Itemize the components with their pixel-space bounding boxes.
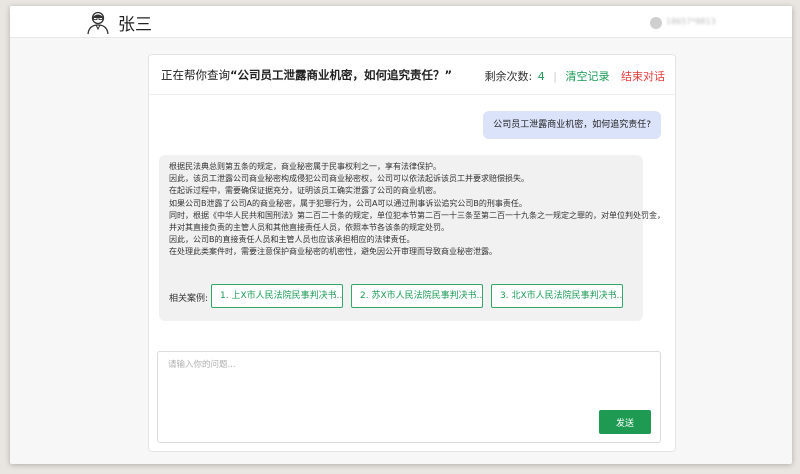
question-input[interactable]	[158, 352, 660, 402]
question-input-area: 发送	[157, 351, 661, 443]
account-avatar[interactable]	[650, 17, 662, 29]
query-title: 正在帮你查询“公司员工泄露商业机密，如何追究责任？”	[161, 67, 452, 83]
related-case-button-1[interactable]: 1. 上X市人民法院民事判决书...	[211, 284, 343, 308]
answer-line: 因此，公司B的直接责任人员和主管人员也应该承担相应的法律责任。	[169, 235, 415, 245]
remaining-count: 4	[537, 70, 545, 83]
query-title-prefix: 正在帮你查询	[161, 68, 230, 82]
remaining-label: 剩余次数:	[484, 70, 533, 83]
answer-text: 根据民法典总则第五条的规定，商业秘密属于民事权利之一，享有法律保护。 因此，该员…	[169, 161, 665, 259]
end-chat-button[interactable]: 结束对话	[621, 70, 665, 83]
account-name[interactable]: 18657*8813	[666, 17, 724, 27]
chat-header: 正在帮你查询“公司员工泄露商业机密，如何追究责任？” 剩余次数: 4 | 清空记…	[149, 55, 675, 95]
answer-line: 根据民法典总则第五条的规定，商业秘密属于民事权利之一，享有法律保护。	[169, 162, 441, 171]
app-window: 张三 18657*8813 正在帮你查询“公司员工泄露商业机密，如何追究责任？”…	[10, 6, 792, 464]
answer-line: 在起诉过程中，需要确保证据充分，证明该员工确实泄露了公司的商业机密。	[169, 186, 441, 196]
answer-line: 在处理此类案件时，需要注意保护商业秘密的机密性，避免因公开审理而导致商业秘密泄露…	[169, 247, 497, 257]
related-cases-label: 相关案例:	[169, 294, 209, 304]
username-label: 张三	[118, 15, 152, 35]
user-message-bubble: 公司员工泄露商业机密，如何追究责任?	[483, 111, 661, 139]
top-bar: 张三 18657*8813	[10, 6, 792, 38]
divider: |	[553, 70, 557, 83]
answer-bubble: 根据民法典总则第五条的规定，商业秘密属于民事权利之一，享有法律保护。 因此，该员…	[159, 155, 665, 321]
related-case-button-2[interactable]: 2. 苏X市人民法院民事判决书...	[351, 284, 483, 308]
send-button[interactable]: 发送	[599, 410, 651, 434]
user-avatar-icon	[85, 9, 111, 35]
related-case-button-3[interactable]: 3. 北X市人民法院民事判决书...	[491, 284, 623, 308]
query-title-text: “公司员工泄露商业机密，如何追究责任？”	[230, 68, 453, 82]
answer-line: 如果公司B泄露了公司A的商业秘密，属于犯罪行为，公司A可以通过刑事诉讼追究公司B…	[169, 198, 527, 208]
answer-line: 同时，根据《中华人民共和国刑法》第二百二十条的规定，单位犯本节第二百一十三条至第…	[169, 210, 665, 220]
chat-panel: 正在帮你查询“公司员工泄露商业机密，如何追究责任？” 剩余次数: 4 | 清空记…	[148, 54, 676, 452]
chat-controls: 剩余次数: 4 | 清空记录 结束对话	[485, 68, 665, 84]
clear-history-button[interactable]: 清空记录	[566, 70, 610, 83]
answer-line: 因此，该员工泄露公司商业秘密构成侵犯公司商业秘密权，公司可以依法起诉该员工并要求…	[169, 174, 529, 184]
answer-line: 并对其直接负责的主管人员和其他直接责任人员，依照本节各该条的规定处罚。	[169, 223, 449, 233]
